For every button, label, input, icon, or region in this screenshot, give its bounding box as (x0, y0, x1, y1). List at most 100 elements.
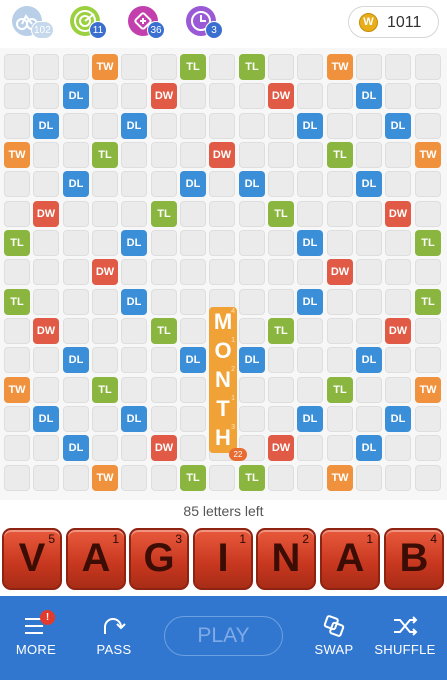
powerup-swap-plus-button[interactable]: 102 (12, 6, 54, 39)
board-square[interactable] (385, 377, 411, 403)
board-square[interactable] (33, 259, 59, 285)
board-square[interactable] (239, 318, 265, 344)
board-square[interactable] (327, 201, 353, 227)
board-square[interactable] (268, 230, 294, 256)
board-square[interactable] (4, 171, 30, 197)
board-square[interactable] (327, 83, 353, 109)
board-square[interactable] (92, 435, 118, 461)
board-square[interactable] (297, 54, 323, 80)
board-square[interactable] (356, 406, 382, 432)
board-square[interactable] (356, 377, 382, 403)
bonus-square-tw[interactable]: TW (92, 465, 118, 491)
board-square[interactable] (327, 435, 353, 461)
board-square[interactable] (239, 289, 265, 315)
rack-tile[interactable]: B4 (384, 528, 444, 590)
board-square[interactable] (151, 230, 177, 256)
board-square[interactable] (151, 113, 177, 139)
board-square[interactable] (268, 142, 294, 168)
bonus-square-tl[interactable]: TL (151, 318, 177, 344)
board-square[interactable] (180, 201, 206, 227)
bonus-square-tl[interactable]: TL (4, 289, 30, 315)
play-button[interactable]: PLAY (164, 616, 283, 656)
board-square[interactable] (239, 259, 265, 285)
board-square[interactable] (63, 230, 89, 256)
board-square[interactable] (121, 465, 147, 491)
board-square[interactable] (297, 259, 323, 285)
board-square[interactable] (63, 142, 89, 168)
board-square[interactable] (33, 230, 59, 256)
bonus-square-tw[interactable]: TW (415, 377, 441, 403)
rack-tile[interactable]: I1 (193, 528, 253, 590)
board-square[interactable] (327, 318, 353, 344)
board-square[interactable] (327, 289, 353, 315)
board-square[interactable] (92, 318, 118, 344)
powerup-hindsight-button[interactable]: 3 (186, 6, 223, 39)
board-square[interactable] (63, 406, 89, 432)
rack-tile[interactable]: A1 (320, 528, 380, 590)
board-square[interactable] (385, 289, 411, 315)
bonus-square-dl[interactable]: DL (33, 406, 59, 432)
board-square[interactable] (239, 406, 265, 432)
bonus-square-tl[interactable]: TL (180, 465, 206, 491)
board-square[interactable] (92, 201, 118, 227)
board-square[interactable] (297, 377, 323, 403)
bonus-square-dl[interactable]: DL (63, 435, 89, 461)
board-square[interactable] (180, 83, 206, 109)
board-square[interactable] (239, 83, 265, 109)
board-square[interactable] (92, 113, 118, 139)
board-square[interactable] (151, 377, 177, 403)
board-square[interactable] (33, 171, 59, 197)
board-square[interactable] (268, 347, 294, 373)
bonus-square-dl[interactable]: DL (63, 83, 89, 109)
board-square[interactable] (63, 318, 89, 344)
bonus-square-dl[interactable]: DL (63, 171, 89, 197)
bonus-square-dw[interactable]: DW (151, 83, 177, 109)
bonus-square-tl[interactable]: TL (4, 230, 30, 256)
board-square[interactable] (180, 142, 206, 168)
board-square[interactable] (121, 435, 147, 461)
board-square[interactable] (151, 142, 177, 168)
board-square[interactable] (356, 230, 382, 256)
board-square[interactable] (268, 54, 294, 80)
board-square[interactable] (33, 377, 59, 403)
board-square[interactable] (121, 377, 147, 403)
board-square[interactable] (385, 171, 411, 197)
board-square[interactable] (33, 289, 59, 315)
board-square[interactable] (209, 201, 235, 227)
board-square[interactable] (92, 406, 118, 432)
bonus-square-dw[interactable]: DW (92, 259, 118, 285)
bonus-square-tw[interactable]: TW (92, 54, 118, 80)
bonus-square-dl[interactable]: DL (297, 289, 323, 315)
board-square[interactable] (356, 142, 382, 168)
board-square[interactable] (92, 230, 118, 256)
bonus-square-dw[interactable]: DW (209, 142, 235, 168)
board-square[interactable] (180, 406, 206, 432)
bonus-square-tw[interactable]: TW (4, 142, 30, 168)
board-square[interactable] (180, 289, 206, 315)
bonus-square-dw[interactable]: DW (33, 201, 59, 227)
board-square[interactable] (92, 289, 118, 315)
bonus-square-dl[interactable]: DL (356, 171, 382, 197)
board-square[interactable] (209, 465, 235, 491)
board-square[interactable] (209, 113, 235, 139)
board-square[interactable] (327, 347, 353, 373)
board-square[interactable] (297, 318, 323, 344)
bonus-square-dw[interactable]: DW (327, 259, 353, 285)
board-square[interactable] (356, 289, 382, 315)
bonus-square-dl[interactable]: DL (121, 113, 147, 139)
bonus-square-tl[interactable]: TL (268, 201, 294, 227)
bonus-square-tw[interactable]: TW (415, 142, 441, 168)
board-square[interactable] (415, 54, 441, 80)
board-square[interactable] (4, 113, 30, 139)
board-square[interactable] (297, 201, 323, 227)
rack-tile[interactable]: A1 (66, 528, 126, 590)
board-square[interactable] (239, 201, 265, 227)
board-square[interactable] (121, 171, 147, 197)
board-square[interactable] (151, 259, 177, 285)
board-square[interactable] (268, 377, 294, 403)
bonus-square-tw[interactable]: TW (327, 54, 353, 80)
bonus-square-dl[interactable]: DL (180, 347, 206, 373)
board-square[interactable] (268, 171, 294, 197)
board-square[interactable] (151, 54, 177, 80)
rack-tile[interactable]: N2 (256, 528, 316, 590)
